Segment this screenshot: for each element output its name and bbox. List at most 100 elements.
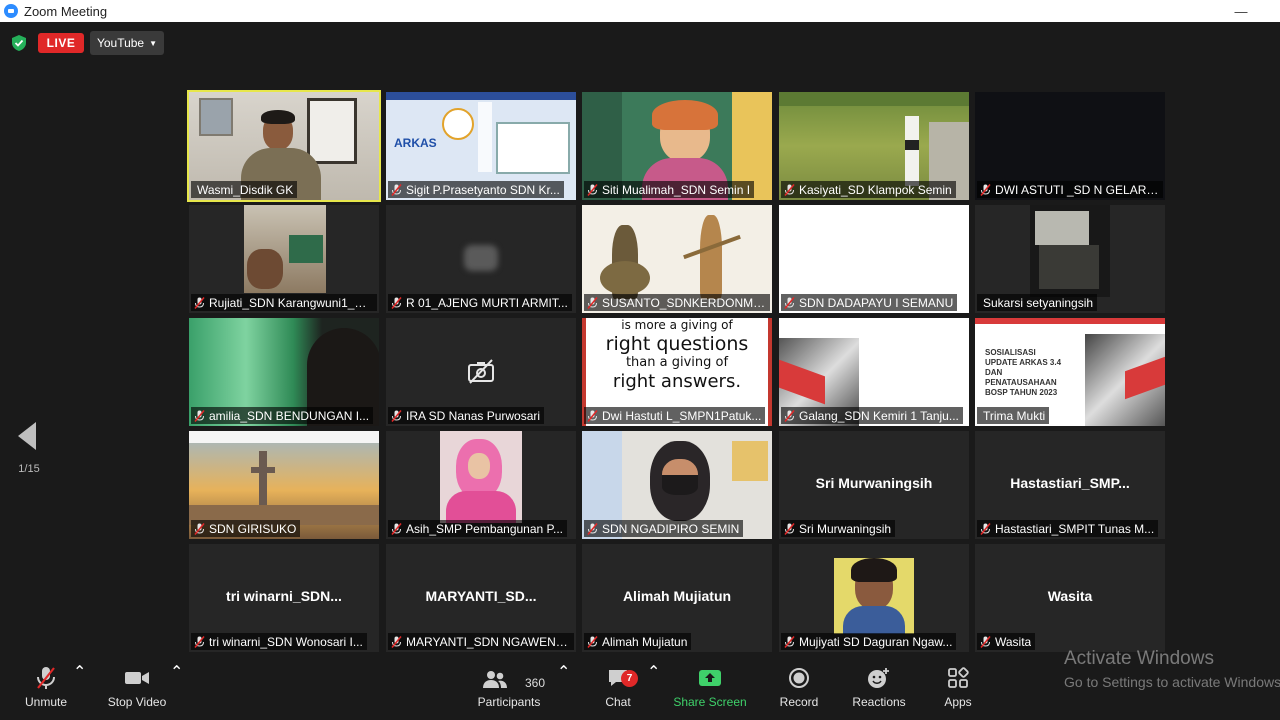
slide-line: SOSIALISASI bbox=[985, 348, 1036, 357]
chevron-down-icon: ▼ bbox=[149, 38, 158, 48]
previous-page-button[interactable]: 1/15 bbox=[0, 416, 58, 486]
quote-text: is more a giving of right questions than a… bbox=[588, 318, 766, 392]
participant-tile[interactable]: Sri Murwaningsih Sri Murwaningsih bbox=[779, 431, 969, 539]
microphone-muted-icon bbox=[980, 635, 991, 648]
participant-name-tag: Sigit P.Prasetyanto SDN Kr... bbox=[388, 181, 564, 198]
zoom-logo-icon bbox=[4, 4, 18, 18]
participant-name-tag: SUSANTO_SDNKERDONMI... bbox=[584, 294, 770, 311]
unmute-button[interactable]: Unmute bbox=[20, 662, 72, 720]
participant-name: SDN NGADIPIRO SEMIN bbox=[602, 521, 740, 536]
participant-tile[interactable]: Sukarsi setyaningsih bbox=[975, 205, 1165, 313]
share-screen-icon bbox=[699, 670, 721, 686]
smiley-icon bbox=[868, 668, 889, 688]
participant-name: tri winarni_SDN Wonosari I... bbox=[209, 634, 363, 649]
reactions-button[interactable]: Reactions bbox=[850, 662, 908, 720]
participant-display-name: tri winarni_SDN... bbox=[226, 588, 342, 604]
participant-name-tag: Hastastiari_SMPIT Tunas M... bbox=[977, 520, 1159, 537]
apps-button[interactable]: Apps bbox=[938, 662, 978, 720]
participant-tile[interactable]: Rujiati_SDN Karangwuni1_R... bbox=[189, 205, 379, 313]
participant-name: Sigit P.Prasetyanto SDN Kr... bbox=[406, 182, 560, 197]
participant-tile[interactable]: SDN NGADIPIRO SEMIN bbox=[582, 431, 772, 539]
watermark-title: Activate Windows bbox=[1064, 648, 1214, 669]
slide-line: DAN bbox=[985, 368, 1003, 377]
live-badge[interactable]: LIVE bbox=[38, 33, 84, 53]
participant-tile[interactable]: tri winarni_SDN...tri winarni_SDN Wonosa… bbox=[189, 544, 379, 652]
microphone-muted-icon bbox=[194, 296, 205, 309]
participant-tile[interactable]: R 01_AJENG MURTI ARMIT... bbox=[386, 205, 576, 313]
participant-tile[interactable]: Asih_SMP Pembangunan P... bbox=[386, 431, 576, 539]
participant-name-tag: Kasiyati_SD Klampok Semin bbox=[781, 181, 956, 198]
participant-tile[interactable]: Alimah Mujiatun Alimah Mujiatun bbox=[582, 544, 772, 652]
microphone-muted-icon bbox=[391, 183, 402, 196]
participant-name: SDN DADAPAYU I SEMANU bbox=[799, 295, 954, 310]
participant-name-tag: R 01_AJENG MURTI ARMIT... bbox=[388, 294, 572, 311]
participant-name: Mujiyati SD Daguran Ngaw... bbox=[799, 634, 953, 649]
participant-tile[interactable]: Galang_SDN Kemiri 1 Tanju... bbox=[779, 318, 969, 426]
participant-tile[interactable]: is more a giving of right questions than a… bbox=[582, 318, 772, 426]
apps-label: Apps bbox=[944, 695, 972, 709]
participant-name-tag: Alimah Mujiatun bbox=[584, 633, 692, 650]
participant-name: amilia_SDN BENDUNGAN I... bbox=[209, 408, 370, 423]
participant-name: Sri Murwaningsih bbox=[799, 521, 892, 536]
participant-tile[interactable]: Hastastiari_SMP... Hastastiari_SMPIT Tuna… bbox=[975, 431, 1165, 539]
participant-name-tag: SDN DADAPAYU I SEMANU bbox=[781, 294, 958, 311]
participant-tile[interactable]: Wasmi_Disdik GK bbox=[187, 90, 381, 202]
participant-name-tag: Wasmi_Disdik GK bbox=[191, 181, 298, 198]
participant-name: Wasita bbox=[995, 634, 1032, 649]
participant-name: Rujiati_SDN Karangwuni1_R... bbox=[209, 295, 373, 310]
minimize-icon[interactable]: — bbox=[1218, 0, 1264, 22]
participant-tile[interactable]: ARKAS Sigit P.Prasetyanto SDN Kr... bbox=[386, 92, 576, 200]
video-options-chevron-icon[interactable]: ⌃ bbox=[170, 662, 183, 720]
participant-name: Dwi Hastuti L_SMPN1Patuk... bbox=[602, 408, 762, 423]
participant-name: Alimah Mujiatun bbox=[602, 634, 688, 649]
participant-display-name: Alimah Mujiatun bbox=[622, 588, 732, 604]
audio-options-chevron-icon[interactable]: ⌃ bbox=[73, 662, 86, 720]
participant-tile[interactable]: Wasita Wasita bbox=[975, 544, 1165, 652]
participant-tile[interactable]: MARYANTI_SD... MARYANTI_SDN NGAWEN IV bbox=[386, 544, 576, 652]
participant-name-tag: Asih_SMP Pembangunan P... bbox=[388, 520, 567, 537]
participant-tile[interactable]: DWI ASTUTI _SD N GELARA... bbox=[975, 92, 1165, 200]
chat-options-chevron-icon[interactable]: ⌃ bbox=[647, 662, 660, 720]
microphone-muted-icon bbox=[391, 296, 402, 309]
participant-tile[interactable]: amilia_SDN BENDUNGAN I... bbox=[189, 318, 379, 426]
microphone-muted-icon bbox=[194, 635, 205, 648]
participant-name: SUSANTO_SDNKERDONMI... bbox=[602, 295, 766, 310]
participant-tile[interactable]: Mujiyati SD Daguran Ngaw... bbox=[779, 544, 969, 652]
participant-name: Galang_SDN Kemiri 1 Tanju... bbox=[799, 408, 959, 423]
participant-tile[interactable]: SDN GIRISUKO bbox=[189, 431, 379, 539]
chat-button[interactable]: 7 Chat bbox=[598, 662, 638, 720]
apps-grid-icon bbox=[948, 667, 969, 688]
shield-check-icon[interactable] bbox=[12, 35, 26, 51]
share-screen-button[interactable]: Share Screen bbox=[673, 662, 747, 720]
participant-tile[interactable]: IRA SD Nanas Purwosari bbox=[386, 318, 576, 426]
participants-button[interactable]: 360 Participants bbox=[475, 662, 545, 720]
record-label: Record bbox=[779, 695, 819, 709]
quote-line: right questions bbox=[605, 333, 749, 355]
participant-display-name: Hastastiari_SMP... bbox=[1010, 475, 1130, 491]
microphone-muted-icon bbox=[391, 409, 402, 422]
participants-options-chevron-icon[interactable]: ⌃ bbox=[557, 662, 570, 720]
chevron-left-icon bbox=[18, 422, 36, 450]
participant-name-tag: IRA SD Nanas Purwosari bbox=[388, 407, 545, 424]
stream-destination-dropdown[interactable]: YouTube ▼ bbox=[90, 31, 164, 55]
stop-video-button[interactable]: Stop Video bbox=[104, 662, 170, 720]
activate-windows-watermark: Activate Windows Go to Settings to activ… bbox=[1064, 648, 1280, 690]
participant-tile[interactable]: Kasiyati_SD Klampok Semin bbox=[779, 92, 969, 200]
participant-tile[interactable]: SUSANTO_SDNKERDONMI... bbox=[582, 205, 772, 313]
participant-name: Asih_SMP Pembangunan P... bbox=[406, 521, 563, 536]
participant-tile[interactable]: SDN DADAPAYU I SEMANU bbox=[779, 205, 969, 313]
record-button[interactable]: Record bbox=[778, 662, 820, 720]
participant-name: Kasiyati_SD Klampok Semin bbox=[799, 182, 952, 197]
video-camera-icon bbox=[125, 672, 149, 684]
microphone-muted-icon bbox=[784, 296, 795, 309]
participant-tile[interactable]: SOSIALISASI UPDATE ARKAS 3.4 DAN PENATAUSAH… bbox=[975, 318, 1165, 426]
participant-name: Siti Mualimah_SDN Semin I bbox=[602, 182, 751, 197]
participant-name-tag: Siti Mualimah_SDN Semin I bbox=[584, 181, 755, 198]
slide-line: UPDATE ARKAS 3.4 bbox=[985, 358, 1062, 367]
chat-unread-badge: 7 bbox=[621, 670, 638, 687]
gallery-view: 1/15 Wasmi_Disdik GK ARKAS Sigit P.Prasety… bbox=[0, 66, 1280, 662]
meeting-topbar: LIVE YouTube ▼ bbox=[0, 22, 1280, 66]
participant-name: Hastastiari_SMPIT Tunas M... bbox=[995, 521, 1155, 536]
participant-tile[interactable]: Siti Mualimah_SDN Semin I bbox=[582, 92, 772, 200]
window-title: Zoom Meeting bbox=[24, 3, 108, 19]
